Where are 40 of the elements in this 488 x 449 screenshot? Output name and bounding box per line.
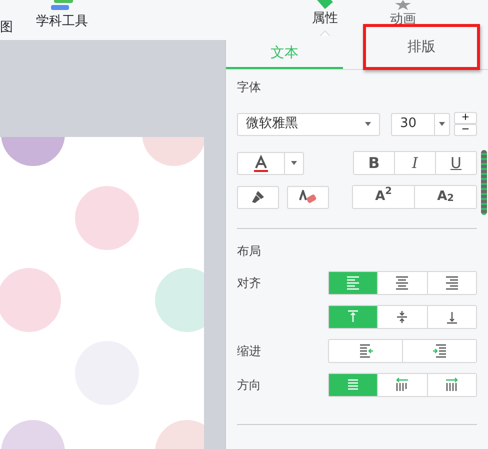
vertical-text-icon [394,377,410,393]
scrollbar-thumb[interactable] [481,150,487,215]
toolbar-button[interactable]: 学科工具 [36,12,88,32]
toolbar-button[interactable]: 图 [0,18,13,38]
size-step-button[interactable]: + [454,112,477,124]
star-icon [395,0,411,10]
font-size-field[interactable]: 30 [391,112,450,136]
books-icon [51,0,73,12]
row-label: 缩进 [237,343,261,360]
brush-icon [251,190,265,204]
section-title: 字体 [237,79,261,96]
dropdown-arrow-icon [439,122,445,126]
align-center-icon [394,275,410,291]
align-right-icon [444,275,460,291]
tag-icon [317,0,333,9]
dropdown-arrow-icon [365,122,371,126]
font-name: 微软雅黑 [246,115,298,134]
font-color-button[interactable] [237,152,304,174]
clear-format-button[interactable] [287,186,329,208]
script-button[interactable]: A$_{2}$ [414,186,476,208]
font-style-button[interactable]: U [435,152,476,174]
caret-icon [320,30,330,36]
font-family-dropdown[interactable]: 微软雅黑 [237,112,380,136]
format-painter-button[interactable] [237,186,279,208]
indent-icon [432,343,448,359]
option-button[interactable] [426,306,476,328]
option-button[interactable] [426,374,476,396]
section-title: 布局 [237,243,261,260]
align-left-icon [345,275,362,291]
side-tab[interactable]: 属性 [312,9,338,28]
outdent-icon [358,343,374,359]
option-button[interactable] [402,340,476,362]
font-size-value: 30 [400,115,417,134]
eraser-icon [299,190,317,204]
row-label: 对齐 [237,275,261,292]
row-label: 方向 [237,377,261,394]
dropdown-arrow-icon [291,161,297,165]
vertical-text-icon [444,377,460,393]
option-button[interactable] [426,272,476,294]
size-step-button[interactable]: − [454,124,477,136]
